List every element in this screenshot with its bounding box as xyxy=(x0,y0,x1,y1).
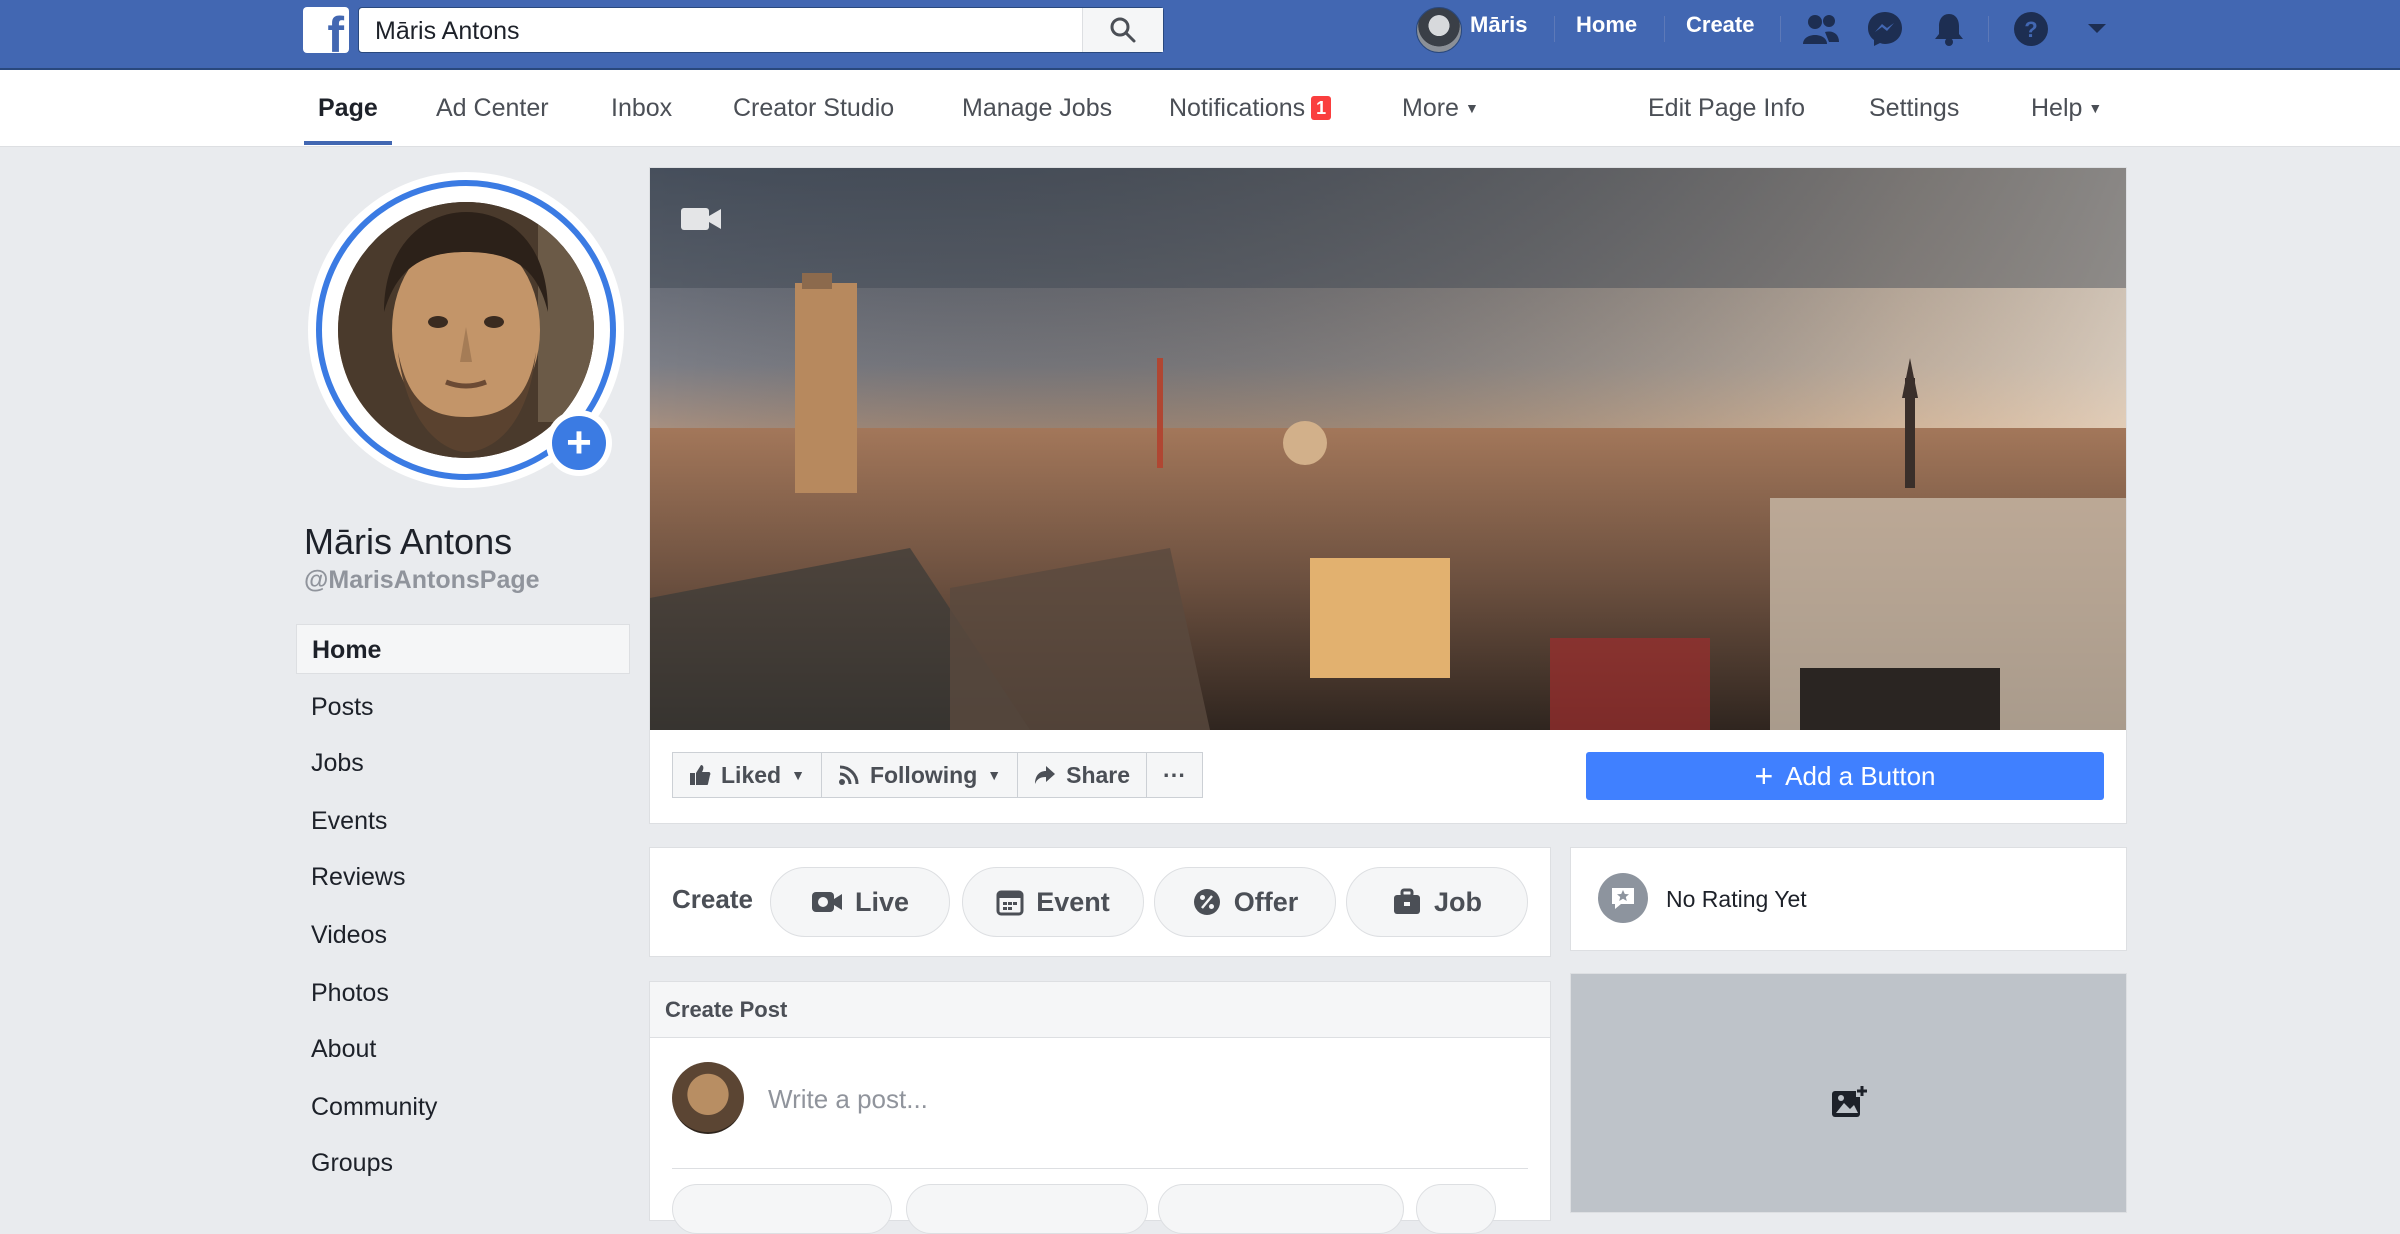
post-option-button[interactable] xyxy=(1416,1184,1496,1234)
post-option-button[interactable] xyxy=(672,1184,892,1234)
divider xyxy=(672,1168,1528,1169)
help-icon[interactable]: ? xyxy=(2010,8,2052,50)
calendar-icon xyxy=(996,888,1024,916)
search-bar xyxy=(358,7,1164,54)
divider xyxy=(1780,16,1781,42)
notification-count-badge: 1 xyxy=(1311,96,1332,120)
avatar xyxy=(672,1062,744,1134)
search-input[interactable] xyxy=(373,8,1077,54)
divider xyxy=(1664,16,1665,42)
search-icon xyxy=(1110,17,1136,43)
home-link[interactable]: Home xyxy=(1576,12,1637,38)
live-label: Live xyxy=(854,886,910,917)
tab-inbox[interactable]: Inbox xyxy=(611,94,672,123)
tab-creator-studio[interactable]: Creator Studio xyxy=(733,94,894,123)
rss-feed-icon xyxy=(838,764,860,786)
write-post-input[interactable] xyxy=(766,1078,1470,1120)
add-profile-photo-button[interactable]: + xyxy=(546,410,612,476)
review-star-icon xyxy=(1598,873,1648,923)
user-profile-link[interactable]: Māris xyxy=(1470,12,1527,38)
search-button[interactable] xyxy=(1082,8,1163,52)
messenger-icon[interactable] xyxy=(1864,8,1906,50)
friend-requests-icon[interactable] xyxy=(1800,8,1842,50)
create-live-button[interactable]: Live xyxy=(770,867,950,937)
live-video-icon xyxy=(811,890,843,914)
following-button[interactable]: Following ▼ xyxy=(820,752,1019,798)
share-button[interactable]: Share xyxy=(1017,752,1148,798)
share-arrow-icon xyxy=(1034,765,1056,785)
add-a-button-label: Add a Button xyxy=(1785,760,1936,791)
caret-down-icon: ▼ xyxy=(1464,100,1479,116)
divider xyxy=(1988,16,1989,42)
create-label: Create xyxy=(672,884,753,914)
settings-link[interactable]: Settings xyxy=(1869,94,1959,123)
more-options-button[interactable]: ··· xyxy=(1146,752,1204,798)
sidebar-item-reviews[interactable]: Reviews xyxy=(296,852,630,902)
sidebar-item-events[interactable]: Events xyxy=(296,796,630,846)
user-avatar[interactable] xyxy=(1416,7,1462,53)
share-label: Share xyxy=(1066,761,1131,788)
tab-notifications[interactable]: Notifications 1 xyxy=(1169,94,1332,123)
svg-text:?: ? xyxy=(2024,17,2037,42)
sidebar-item-jobs[interactable]: Jobs xyxy=(296,738,630,788)
active-tab-indicator xyxy=(304,141,392,145)
post-option-button[interactable] xyxy=(906,1184,1148,1234)
create-link[interactable]: Create xyxy=(1686,12,1754,38)
facebook-logo-icon[interactable]: f xyxy=(303,7,349,53)
top-navigation-bar: f Māris Home Create xyxy=(0,0,2400,70)
page-username[interactable]: @MarisAntonsPage xyxy=(304,566,540,595)
event-label: Event xyxy=(1036,886,1110,917)
add-a-button[interactable]: + Add a Button xyxy=(1586,752,2104,800)
offer-label: Offer xyxy=(1233,886,1299,917)
page-action-buttons: Liked ▼ Following ▼ Share ··· xyxy=(672,752,1204,800)
briefcase-icon xyxy=(1392,888,1422,916)
help-link[interactable]: Help ▼ xyxy=(2031,94,2102,123)
following-label: Following xyxy=(869,761,978,788)
tab-notifications-label: Notifications xyxy=(1169,94,1306,122)
liked-button[interactable]: Liked ▼ xyxy=(672,752,822,798)
rating-card[interactable] xyxy=(1570,847,2127,951)
sidebar-item-groups[interactable]: Groups xyxy=(296,1138,630,1188)
more-options-label: ··· xyxy=(1163,761,1187,788)
tab-page[interactable]: Page xyxy=(318,94,378,123)
page-navigation: Page Ad Center Inbox Creator Studio Mana… xyxy=(0,70,2400,147)
caret-down-icon: ▼ xyxy=(2088,100,2103,116)
tab-ad-center[interactable]: Ad Center xyxy=(436,94,549,123)
thumbs-up-icon xyxy=(689,764,711,786)
cover-photo[interactable] xyxy=(650,168,2126,730)
tab-manage-jobs[interactable]: Manage Jobs xyxy=(962,94,1112,123)
notifications-bell-icon[interactable] xyxy=(1928,8,1970,50)
sidebar-item-community[interactable]: Community xyxy=(296,1082,630,1132)
create-post-title: Create Post xyxy=(665,997,788,1022)
sidebar-item-photos[interactable]: Photos xyxy=(296,968,630,1018)
plus-icon: + xyxy=(1754,758,1774,794)
plus-icon: + xyxy=(552,416,606,470)
caret-down-icon: ▼ xyxy=(987,767,1002,783)
create-event-button[interactable]: Event xyxy=(962,867,1144,937)
post-option-button[interactable] xyxy=(1158,1184,1404,1234)
sidebar-item-home[interactable]: Home xyxy=(296,624,630,674)
sidebar-item-videos[interactable]: Videos xyxy=(296,910,630,960)
caret-down-icon: ▼ xyxy=(791,767,805,783)
rating-status-text: No Rating Yet xyxy=(1666,886,1807,912)
job-label: Job xyxy=(1433,886,1482,917)
sidebar-item-posts[interactable]: Posts xyxy=(296,682,630,732)
add-photo-icon[interactable] xyxy=(1830,1085,1868,1126)
liked-label: Liked xyxy=(721,761,782,788)
tab-more[interactable]: More ▼ xyxy=(1402,94,1479,123)
account-menu-caret-icon[interactable] xyxy=(2076,8,2118,50)
offer-percent-icon xyxy=(1192,887,1222,917)
create-job-button[interactable]: Job xyxy=(1346,867,1528,937)
create-offer-button[interactable]: Offer xyxy=(1154,867,1336,937)
tab-more-label: More xyxy=(1402,94,1459,122)
page-title: Māris Antons xyxy=(304,521,513,562)
sidebar-item-about[interactable]: About xyxy=(296,1024,630,1074)
help-link-label: Help xyxy=(2031,94,2083,122)
divider xyxy=(1554,16,1555,42)
video-camera-icon[interactable] xyxy=(680,206,722,237)
edit-page-info-link[interactable]: Edit Page Info xyxy=(1648,94,1805,123)
